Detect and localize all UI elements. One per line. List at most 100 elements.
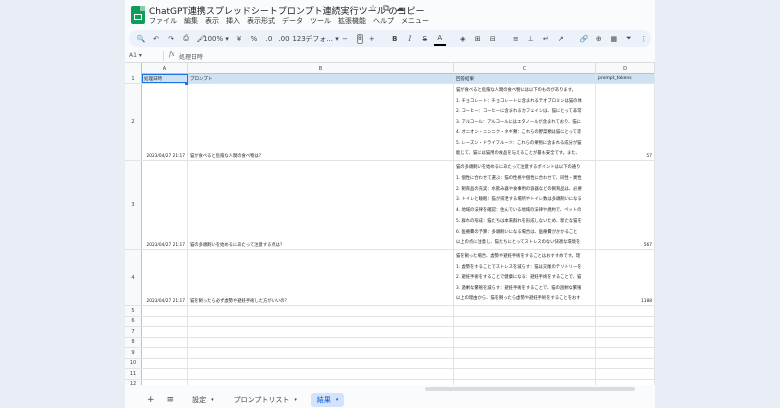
cell-answer[interactable]: 猫を飼った場合、虚勢や避妊手術をすることはおすすめです。理 1. 虚勢をすることで… xyxy=(454,250,596,305)
row-header[interactable]: 6 xyxy=(125,316,142,326)
cell-prompt[interactable]: 猫を飼ったら必ず虚勢や避妊手術した方がいいの？ xyxy=(188,250,454,305)
empty-cell[interactable] xyxy=(596,379,655,385)
empty-cell[interactable] xyxy=(596,369,655,379)
empty-cell[interactable] xyxy=(596,316,655,326)
empty-cell[interactable] xyxy=(188,316,454,326)
empty-cell[interactable] xyxy=(142,337,188,347)
undo-icon[interactable]: ↶ xyxy=(150,32,162,46)
empty-cell[interactable] xyxy=(142,327,188,337)
strikethrough-button[interactable]: S xyxy=(419,32,431,46)
menu-extensions[interactable]: 拡張機能 xyxy=(338,16,366,26)
cloud-status-icon[interactable]: ☁ xyxy=(396,4,405,14)
empty-cell[interactable] xyxy=(188,306,454,316)
number-format-button[interactable]: 123 xyxy=(292,32,305,46)
horizontal-align-icon[interactable]: ≡ xyxy=(510,32,522,46)
menu-data[interactable]: データ xyxy=(282,16,303,26)
empty-cell[interactable] xyxy=(454,348,596,358)
row-header[interactable]: 5 xyxy=(125,306,142,316)
row-header[interactable]: 9 xyxy=(125,348,142,358)
empty-cell[interactable] xyxy=(596,306,655,316)
comment-icon[interactable]: ⊕ xyxy=(593,32,605,46)
header-prompt[interactable]: プロンプト xyxy=(188,74,454,83)
column-header-a[interactable]: A xyxy=(142,63,188,74)
empty-cell[interactable] xyxy=(188,358,454,368)
vertical-align-icon[interactable]: ⊥ xyxy=(525,32,537,46)
sheet-tab-results[interactable]: 結果 ▾ xyxy=(310,393,345,407)
font-size-input[interactable]: 8 xyxy=(357,33,363,44)
fill-handle[interactable] xyxy=(185,82,188,85)
empty-cell[interactable] xyxy=(142,316,188,326)
empty-cell[interactable] xyxy=(596,337,655,347)
empty-cell[interactable] xyxy=(454,327,596,337)
menu-insert[interactable]: 挿入 xyxy=(226,16,240,26)
all-sheets-button[interactable]: ≡ xyxy=(167,395,175,405)
move-icon[interactable]: ⧉ xyxy=(383,4,389,14)
empty-cell[interactable] xyxy=(454,337,596,347)
empty-cell[interactable] xyxy=(142,358,188,368)
row-header[interactable]: 10 xyxy=(125,358,142,368)
print-icon[interactable]: ⎙ xyxy=(180,32,192,46)
cell-processed-at[interactable]: 2023/04/27 21:17 xyxy=(142,161,188,249)
sheet-tab-prompt-list[interactable]: プロンプトリスト ▾ xyxy=(228,393,303,407)
menu-help[interactable]: ヘルプ xyxy=(373,16,394,26)
empty-cell[interactable] xyxy=(454,369,596,379)
text-rotate-icon[interactable]: ↗ xyxy=(555,32,567,46)
text-color-button[interactable]: A xyxy=(433,32,446,46)
merge-cells-icon[interactable]: ⊟ xyxy=(487,32,499,46)
fill-color-icon[interactable]: ◈ xyxy=(457,32,469,46)
horizontal-scrollbar[interactable] xyxy=(425,387,635,391)
empty-cell[interactable] xyxy=(142,348,188,358)
empty-cell[interactable] xyxy=(454,379,596,385)
row-header[interactable]: 8 xyxy=(125,337,142,347)
empty-cell[interactable] xyxy=(142,369,188,379)
font-size-increase-button[interactable]: + xyxy=(366,32,378,46)
menu-view[interactable]: 表示 xyxy=(205,16,219,26)
header-answer[interactable]: 回答結果 xyxy=(454,74,596,83)
column-header-c[interactable]: C xyxy=(454,63,596,74)
menu-tools[interactable]: ツール xyxy=(310,16,331,26)
select-all-corner[interactable] xyxy=(125,63,142,74)
row-header[interactable]: 2 xyxy=(125,84,142,160)
row-header[interactable]: 11 xyxy=(125,369,142,379)
menu-custom[interactable]: メニュー xyxy=(401,16,429,26)
row-header[interactable]: 1 xyxy=(125,74,142,83)
chart-icon[interactable]: ▦ xyxy=(608,32,620,46)
cell-prompt[interactable]: 猫が食べると危険な人間の食べ物は？ xyxy=(188,84,454,160)
empty-cell[interactable] xyxy=(454,316,596,326)
font-select[interactable]: デフォ... ▾ xyxy=(305,32,338,46)
empty-cell[interactable] xyxy=(142,306,188,316)
increase-decimal-button[interactable]: .00 xyxy=(278,32,290,46)
empty-cell[interactable] xyxy=(188,327,454,337)
cell-answer[interactable]: 猫の多頭飼いを始めるにあたって注意するポイントは以下の通り 1. 個性に合わせて選… xyxy=(454,161,596,249)
cell-processed-at[interactable]: 2023/04/27 21:17 xyxy=(142,250,188,305)
zoom-select[interactable]: 100% ▾ xyxy=(203,32,229,46)
cell-processed-at[interactable]: 2023/04/27 21:17 xyxy=(142,84,188,160)
empty-cell[interactable] xyxy=(188,348,454,358)
column-header-b[interactable]: B xyxy=(188,63,454,74)
link-icon[interactable]: 🔗 xyxy=(578,32,590,46)
empty-cell[interactable] xyxy=(188,379,454,385)
empty-cell[interactable] xyxy=(596,327,655,337)
decrease-decimal-button[interactable]: .0 xyxy=(263,32,275,46)
filter-icon[interactable]: ⏷ xyxy=(623,32,635,46)
cell-prompt-tokens[interactable]: 57 xyxy=(596,84,655,160)
cell-prompt-tokens[interactable]: 1188 xyxy=(596,250,655,305)
formula-input[interactable]: 処理日時 xyxy=(179,52,203,61)
borders-icon[interactable]: ⊞ xyxy=(472,32,484,46)
menu-edit[interactable]: 編集 xyxy=(184,16,198,26)
column-header-d[interactable]: D xyxy=(596,63,655,74)
name-box[interactable]: A1 ▾ xyxy=(129,52,142,59)
row-header[interactable]: 4 xyxy=(125,250,142,305)
header-prompt-tokens[interactable]: prompt_tokens xyxy=(596,74,655,83)
text-wrap-icon[interactable]: ↵ xyxy=(540,32,552,46)
empty-cell[interactable] xyxy=(188,369,454,379)
empty-cell[interactable] xyxy=(188,337,454,347)
row-header[interactable]: 7 xyxy=(125,327,142,337)
currency-button[interactable]: ¥ xyxy=(233,32,245,46)
empty-cell[interactable] xyxy=(596,358,655,368)
sheets-logo-icon[interactable] xyxy=(131,6,145,24)
empty-cell[interactable] xyxy=(454,358,596,368)
menu-file[interactable]: ファイル xyxy=(149,16,177,26)
redo-icon[interactable]: ↷ xyxy=(165,32,177,46)
cell-prompt[interactable]: 猫の多頭飼いを始めるにあたって注意する点は？ xyxy=(188,161,454,249)
